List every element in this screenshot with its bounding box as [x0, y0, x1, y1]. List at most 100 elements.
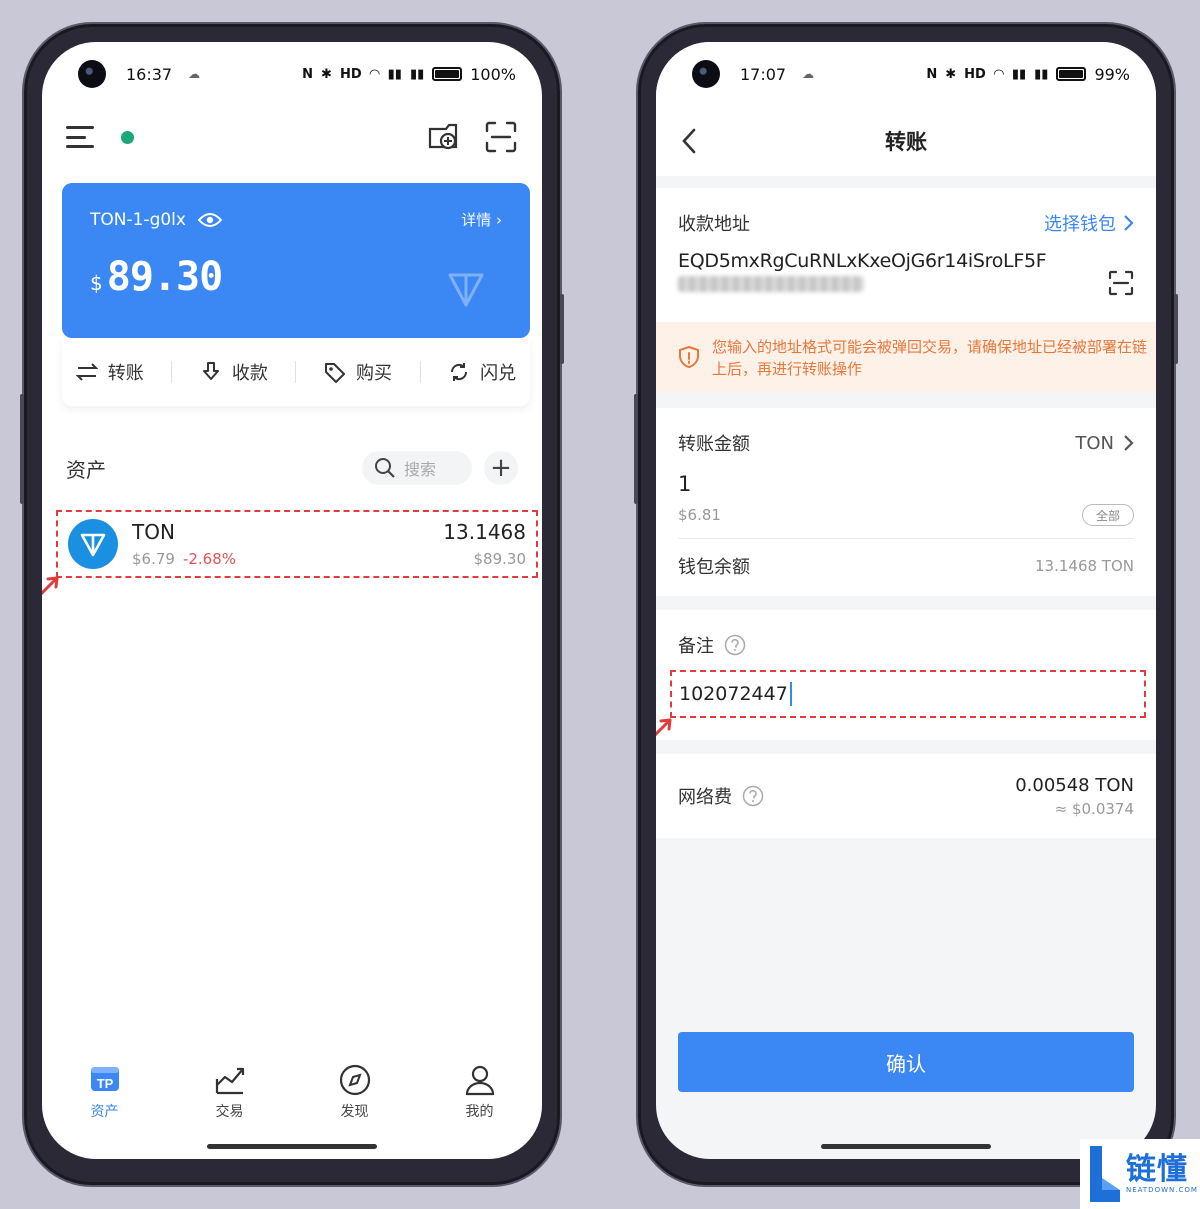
address-label: 收款地址 [678, 214, 750, 235]
swap-label: 闪兑 [480, 363, 517, 384]
search-placeholder: 搜索 [404, 460, 437, 479]
memo-value: 102072447 [679, 683, 788, 705]
tag-icon [325, 363, 346, 383]
svg-text:TP: TP [96, 1076, 113, 1091]
tab-assets-label: 资产 [90, 1104, 119, 1120]
wifi-icon: ◠ [369, 66, 380, 82]
help-icon[interactable] [742, 785, 764, 807]
signal-icon: ▮▮ [387, 66, 402, 82]
wallet-balance: 89.30 [106, 254, 223, 300]
eye-icon[interactable] [197, 212, 222, 228]
receive-button[interactable]: 收款 [200, 359, 268, 385]
wallet-card[interactable]: TON-1-g0lx 详情 › $ 89.30 [62, 183, 530, 338]
confirm-button[interactable]: 确认 [678, 1032, 1134, 1092]
annotation-arrow-icon [656, 718, 672, 737]
balance-value: 13.1468 TON [1035, 557, 1134, 575]
tab-profile[interactable]: 我的 [440, 1063, 520, 1135]
fee-label: 网络费 [678, 787, 732, 808]
token-symbol: TON [1075, 432, 1114, 454]
details-link[interactable]: 详情 › [461, 209, 502, 230]
menu-icon[interactable] [66, 126, 94, 148]
amount-input[interactable]: 1 [678, 472, 1134, 496]
tab-trade[interactable]: 交易 [190, 1063, 270, 1135]
token-price: $6.79 [132, 550, 175, 568]
cloud-icon: ☁ [188, 67, 201, 81]
warning-text: 您输入的地址格式可能会被弹回交易，请确保地址已经被部署在链上后，再进行转账操作 [712, 338, 1148, 378]
token-name: TON [132, 520, 175, 544]
token-usd-value: $89.30 [473, 550, 527, 568]
nav-bar: 转账 [656, 106, 1156, 176]
tab-discover[interactable]: 发现 [315, 1063, 395, 1135]
chart-trend-icon [215, 1067, 244, 1095]
back-icon[interactable] [678, 126, 702, 156]
add-wallet-icon[interactable] [426, 120, 460, 154]
address-warning: 您输入的地址格式可能会被弹回交易，请确保地址已经被部署在链上后，再进行转账操作 [656, 322, 1156, 392]
scan-icon[interactable] [484, 120, 518, 154]
amount-usd: $6.81 [678, 506, 721, 524]
home-indicator[interactable] [821, 1144, 991, 1149]
status-bar: 17:07 ☁ N ✱ HD ◠ ▮▮ ▮▮ 99% [656, 42, 1156, 106]
amount-label: 转账金额 [678, 434, 750, 455]
tab-trade-label: 交易 [215, 1104, 244, 1120]
buy-button[interactable]: 购买 [324, 359, 392, 385]
buy-label: 购买 [356, 363, 393, 384]
shield-warning-icon [679, 346, 699, 368]
wallet-name: TON-1-g0lx [90, 209, 186, 230]
scan-icon[interactable] [1108, 270, 1134, 296]
network-status-dot [121, 130, 134, 144]
add-asset-button[interactable]: + [484, 451, 518, 485]
wifi-icon: ◠ [993, 66, 1004, 82]
address-input[interactable]: EQD5mxRgCuRNLxKxeOjG6r14iSroLF5F [678, 250, 1134, 272]
annotation-arrow-icon [42, 576, 59, 596]
token-selector[interactable]: TON [1075, 433, 1134, 454]
memo-input[interactable]: 102072447 [670, 670, 1146, 718]
currency-symbol: $ [90, 271, 103, 295]
cloud-icon: ☁ [802, 67, 815, 81]
token-change: -2.68% [182, 550, 237, 568]
brand-name: 链懂 [1126, 1152, 1188, 1187]
text-caret [789, 682, 792, 706]
nfc-icon: N [926, 66, 938, 82]
chevron-right-icon [1124, 215, 1134, 231]
status-bar: 16:37 ☁ N ✱ HD ◠ ▮▮ ▮▮ 100% [42, 42, 542, 106]
tp-wallet-icon: TP [90, 1067, 119, 1091]
swap-button[interactable]: 闪兑 [448, 359, 516, 385]
help-icon[interactable] [724, 634, 746, 656]
fee-section: 网络费 0.00548 TON ≈ $0.0374 [656, 754, 1156, 838]
address-blurred-part [678, 276, 864, 292]
asset-search[interactable]: 搜索 [362, 451, 472, 485]
bluetooth-icon: ✱ [321, 66, 332, 82]
power-button [1174, 294, 1178, 364]
assets-title: 资产 [66, 457, 106, 482]
battery-icon [1056, 67, 1087, 81]
memo-label: 备注 [678, 636, 714, 657]
token-amount: 13.1468 [443, 520, 526, 544]
status-icons: N ✱ HD ◠ ▮▮ ▮▮ 99% [926, 65, 1130, 84]
home-indicator[interactable] [207, 1144, 377, 1149]
memo-section: 备注 102072447 [656, 610, 1156, 740]
select-wallet-link[interactable]: 选择钱包 [1044, 210, 1134, 236]
chevron-right-icon [1124, 435, 1134, 451]
left-phone: 16:37 ☁ N ✱ HD ◠ ▮▮ ▮▮ 100% TON-1-g0lx 详… [20, 22, 564, 1187]
balance-label: 钱包余额 [678, 557, 750, 578]
nfc-icon: N [302, 66, 314, 82]
tab-discover-label: 发现 [340, 1104, 369, 1120]
battery-percent: 100% [470, 64, 516, 84]
signal-icon-2: ▮▮ [409, 66, 425, 82]
action-bar: 转账 收款 购买 闪兑 [62, 338, 530, 406]
user-icon [465, 1065, 494, 1096]
bottom-tab-bar: TP 资产 交易 发现 我的 [42, 1063, 542, 1135]
power-button [560, 294, 564, 364]
status-icons: N ✱ HD ◠ ▮▮ ▮▮ 100% [302, 65, 516, 84]
volume-button [20, 394, 24, 504]
all-amount-button[interactable]: 全部 [1082, 504, 1134, 526]
transfer-button[interactable]: 转账 [75, 359, 144, 385]
page-title: 转账 [885, 130, 927, 154]
download-icon [202, 362, 219, 380]
transfer-label: 转账 [107, 363, 144, 384]
tab-assets[interactable]: TP 资产 [65, 1063, 145, 1135]
token-row-ton[interactable]: TON $6.79 -2.68% 13.1468 $89.30 [56, 510, 538, 578]
ton-watermark-icon [448, 273, 484, 307]
receive-label: 收款 [231, 363, 268, 384]
swap-icon [451, 363, 468, 381]
